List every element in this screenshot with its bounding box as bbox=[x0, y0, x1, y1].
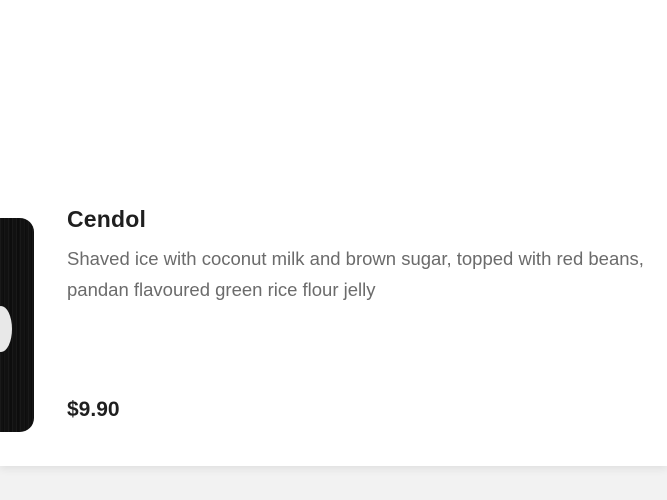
menu-item-image[interactable] bbox=[0, 218, 34, 432]
menu-item-name: Cendol bbox=[67, 206, 147, 232]
menu-item-card[interactable]: Cendol Shaved ice with coconut milk and … bbox=[0, 0, 667, 466]
menu-item-description: Shaved ice with coconut milk and brown s… bbox=[67, 248, 644, 300]
menu-item-price: $9.90 bbox=[67, 398, 120, 421]
